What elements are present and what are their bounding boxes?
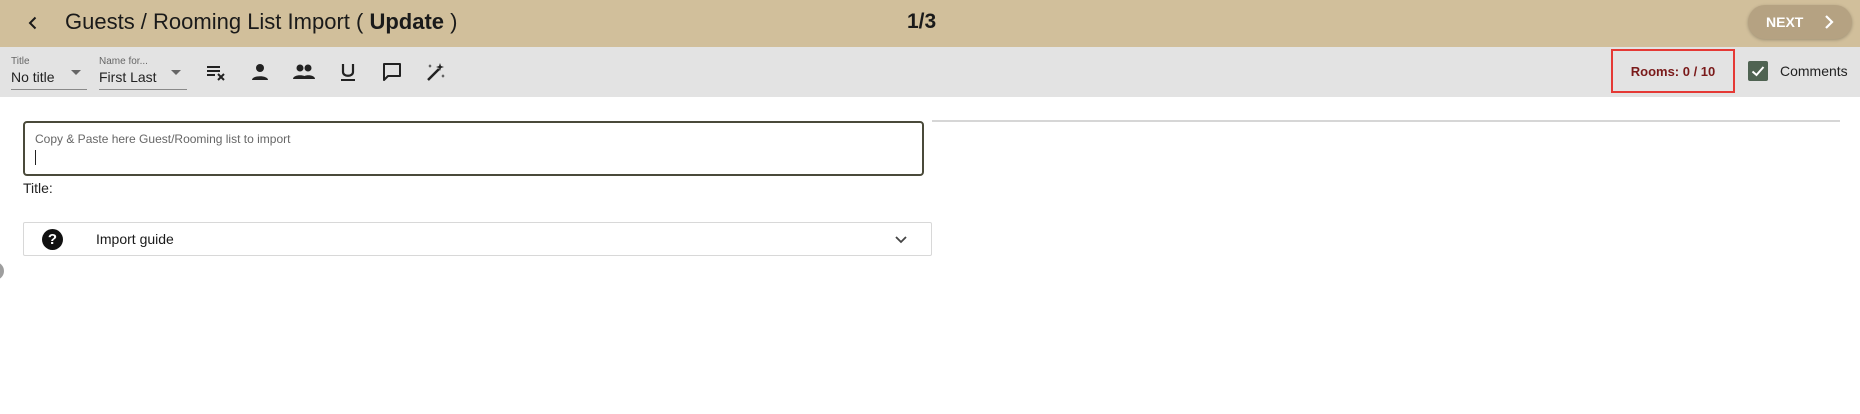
- header-bar: Guests / Rooming List Import ( Update ) …: [0, 0, 1860, 47]
- checkmark-icon: [1751, 66, 1765, 77]
- import-guide-label: Import guide: [96, 231, 174, 247]
- title-select-label: Title: [11, 56, 30, 67]
- clear-format-button[interactable]: [201, 57, 231, 87]
- people-icon: [293, 64, 315, 79]
- clear-format-icon: [207, 66, 225, 81]
- person-icon: [252, 64, 268, 80]
- page-title-text: Guests / Rooming List Import (: [65, 9, 364, 34]
- toolbar: Title No title Name for... First Last: [0, 47, 1860, 97]
- chevron-left-icon: [28, 16, 37, 30]
- underline-button[interactable]: [333, 57, 363, 87]
- multiple-guests-button[interactable]: [289, 57, 319, 87]
- comments-label: Comments: [1780, 63, 1848, 79]
- single-guest-button[interactable]: [245, 57, 275, 87]
- comment-button[interactable]: [377, 57, 407, 87]
- help-icon: ?: [42, 229, 63, 250]
- text-cursor: [35, 150, 36, 165]
- auto-format-button[interactable]: [421, 57, 451, 87]
- comments-checkbox[interactable]: [1748, 61, 1768, 81]
- title-label: Title:: [23, 180, 53, 196]
- magic-wand-icon: [427, 63, 445, 81]
- step-indicator: 1/3: [907, 10, 937, 33]
- page-title-mode: Update: [369, 9, 445, 34]
- caret-down-icon: [171, 70, 181, 75]
- import-placeholder: Copy & Paste here Guest/Rooming list to …: [35, 132, 291, 146]
- next-button-label: NEXT: [1766, 14, 1804, 30]
- comment-icon: [383, 63, 401, 81]
- title-select-value: No title: [11, 69, 55, 85]
- chevron-right-icon: [1825, 15, 1834, 29]
- import-textarea[interactable]: Copy & Paste here Guest/Rooming list to …: [23, 121, 924, 176]
- back-button[interactable]: [20, 10, 46, 36]
- underline-icon: [341, 64, 355, 81]
- side-panel-handle[interactable]: [0, 262, 4, 280]
- title-select[interactable]: Title No title: [11, 53, 87, 90]
- rooms-counter: Rooms: 0 / 10: [1611, 49, 1735, 93]
- name-format-value: First Last: [99, 69, 157, 85]
- next-button[interactable]: NEXT: [1748, 5, 1852, 39]
- preview-divider: [932, 120, 1840, 122]
- page-title-end: ): [450, 9, 458, 34]
- chevron-down-icon: [895, 236, 907, 244]
- name-format-select[interactable]: Name for... First Last: [99, 53, 187, 90]
- import-guide-accordion[interactable]: ? Import guide: [23, 222, 932, 256]
- caret-down-icon: [71, 70, 81, 75]
- page-title: Guests / Rooming List Import ( Update ): [65, 9, 457, 35]
- name-format-label: Name for...: [99, 56, 148, 67]
